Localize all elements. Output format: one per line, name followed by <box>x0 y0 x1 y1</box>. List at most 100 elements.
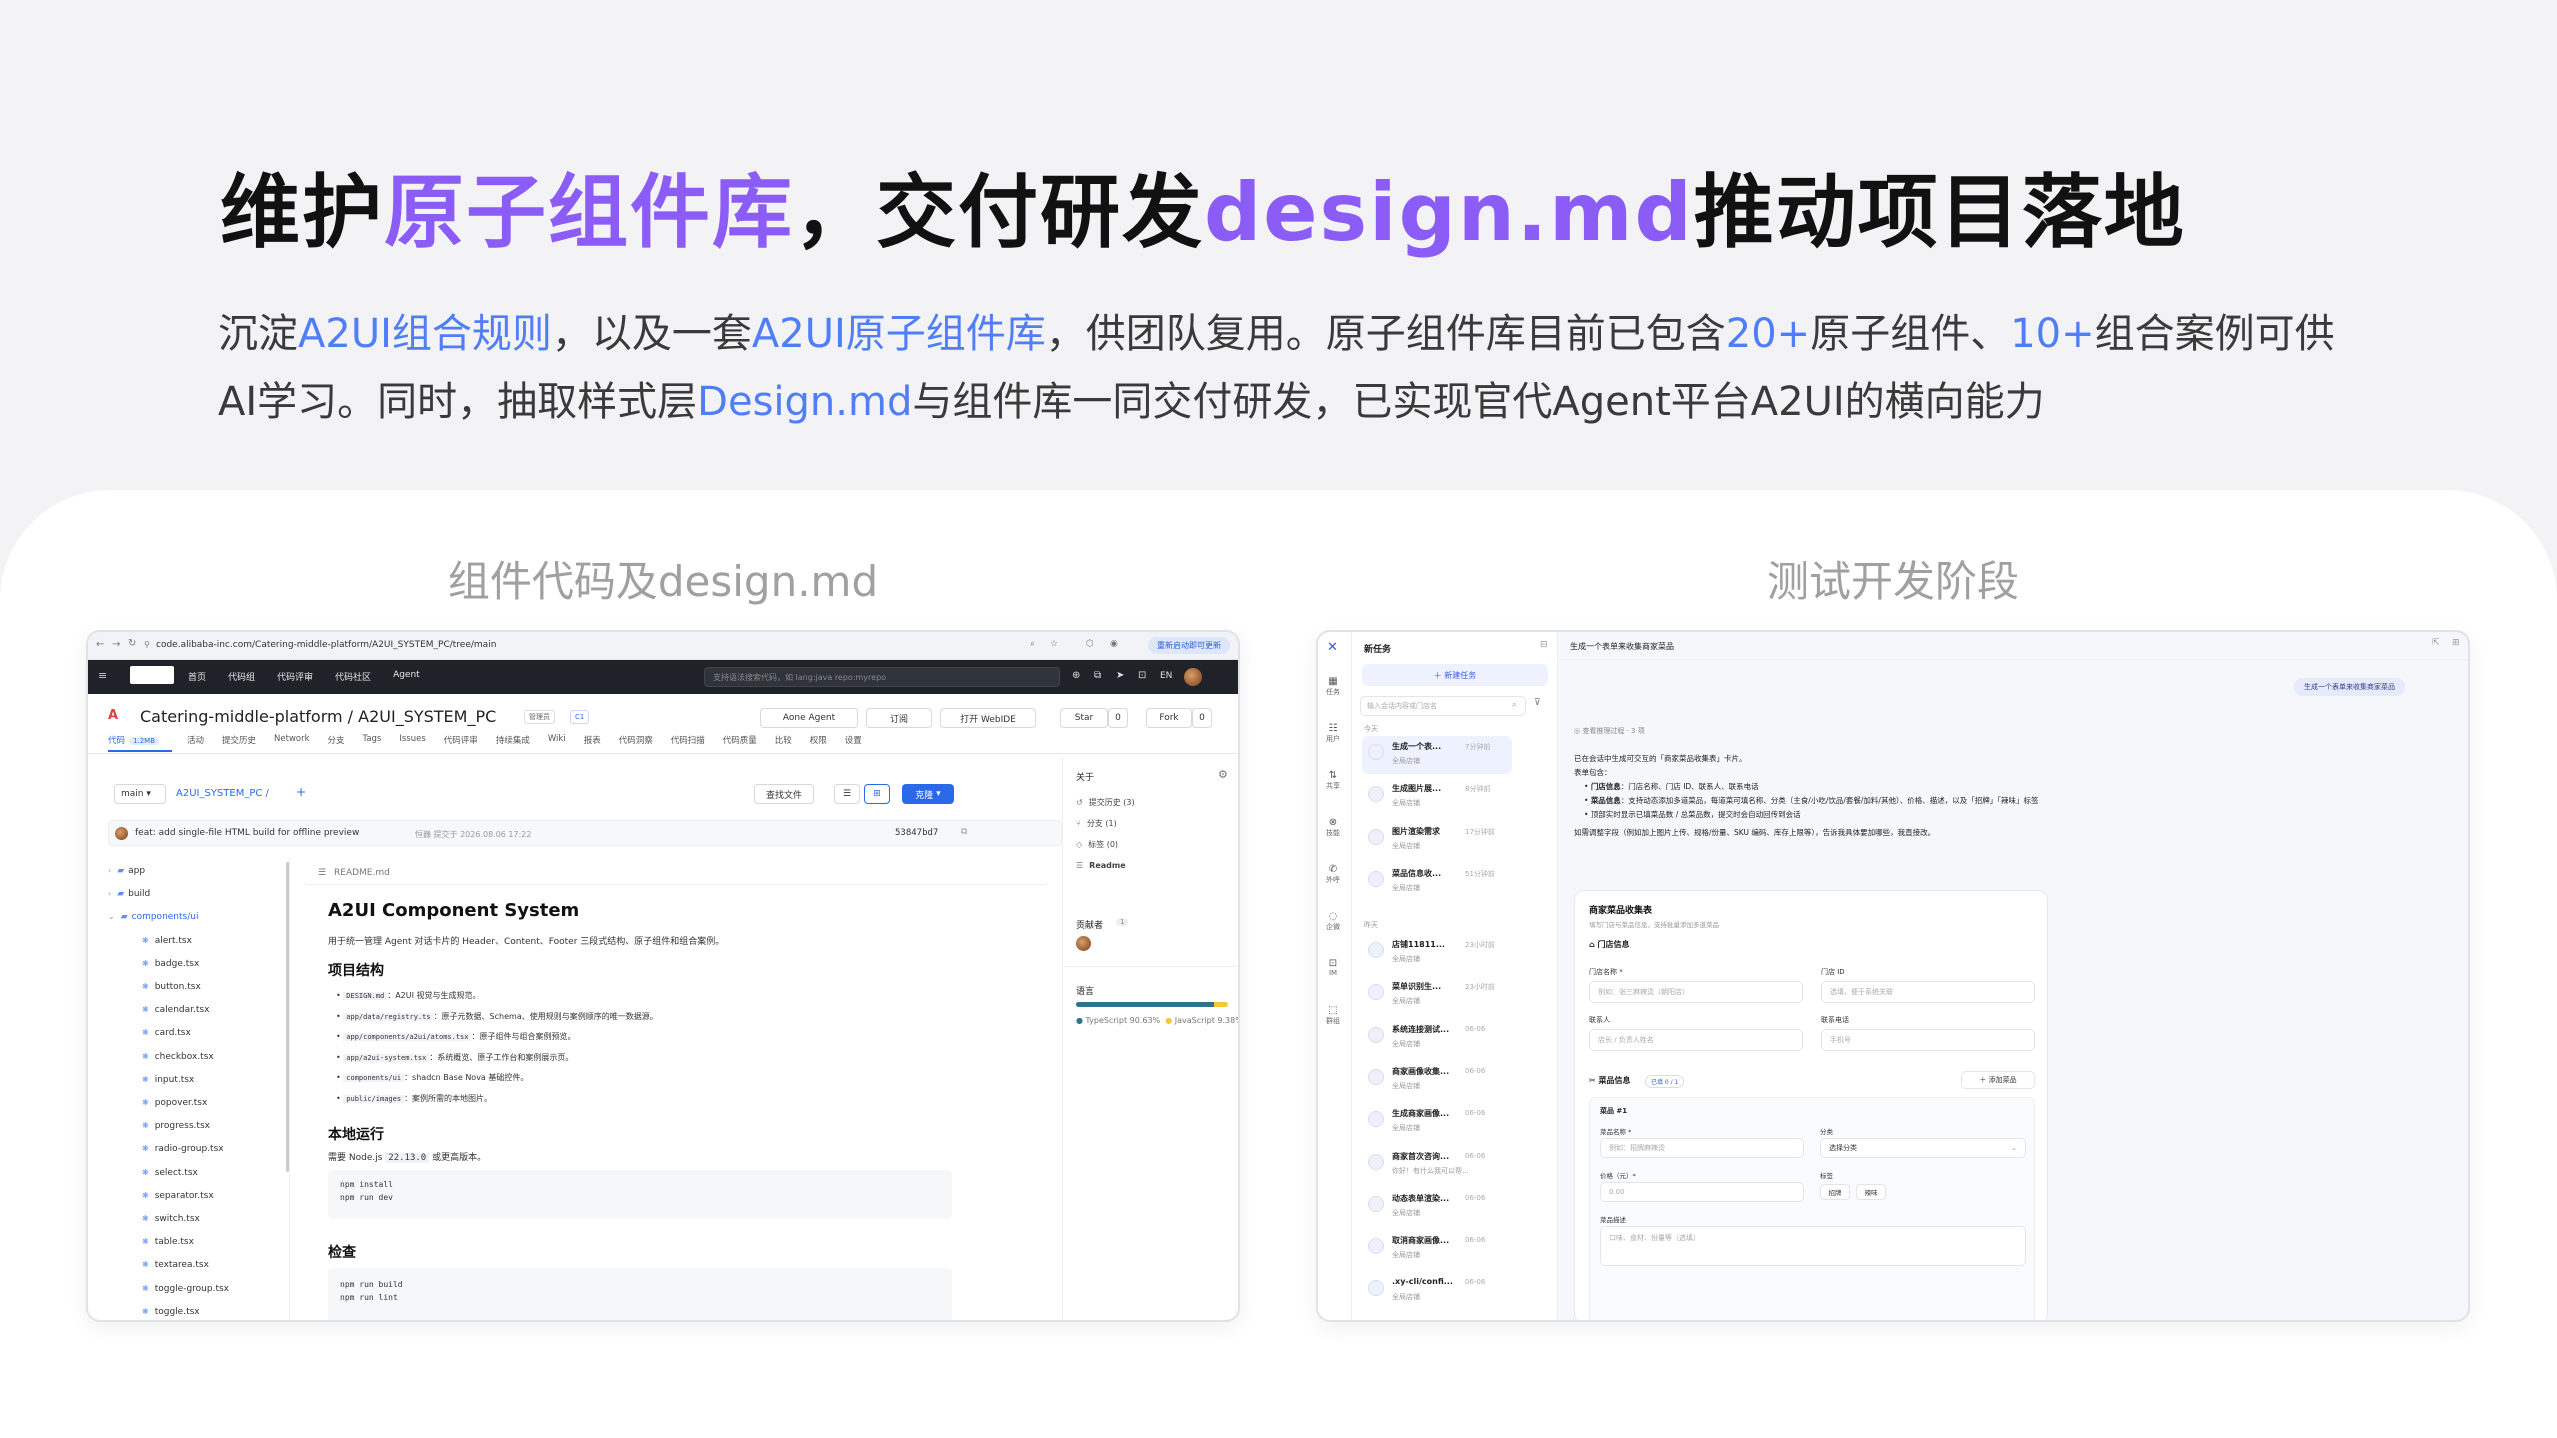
task-item[interactable]: 菜品信息收... 51分钟前 全局店铺 <box>1362 863 1512 901</box>
nav-link-1[interactable]: 代码组 <box>228 670 255 683</box>
profile-icon[interactable]: ◉ <box>1110 639 1118 649</box>
copy-icon[interactable]: ⧉ <box>961 827 967 837</box>
tab-12[interactable]: 代码扫描 <box>671 734 705 746</box>
commit-hash[interactable]: 53847bd7 <box>895 828 938 838</box>
about-row-1[interactable]: ⑂ 分支 (1) <box>1076 813 1135 834</box>
tree-file[interactable]: ❋ calendar.tsx <box>142 1005 209 1015</box>
tree-file[interactable]: ❋ badge.tsx <box>142 959 199 969</box>
find-file-button[interactable]: 查找文件 <box>754 784 814 804</box>
add-file-icon[interactable]: + <box>296 785 306 799</box>
rail-item-2[interactable]: ⇅ 共享 <box>1322 770 1344 791</box>
inbox-icon[interactable]: ⊡ <box>1138 670 1146 681</box>
tab-9[interactable]: Wiki <box>548 734 566 746</box>
about-row-2[interactable]: ◇ 标签 (0) <box>1076 834 1135 855</box>
zoom-icon[interactable]: ⌕ <box>1030 639 1035 649</box>
extension-icon[interactable]: ⬡ <box>1086 639 1094 649</box>
rail-item-6[interactable]: ⊡ IM <box>1322 958 1344 977</box>
task-item[interactable]: 菜单识别生... 23小时前 全局店铺 <box>1362 976 1512 1014</box>
subscribe-button[interactable]: 订阅 <box>866 708 932 728</box>
tab-1[interactable]: 活动 <box>187 734 204 746</box>
nav-link-3[interactable]: 代码社区 <box>335 670 371 683</box>
reload-icon[interactable]: ↻ <box>128 638 136 649</box>
bookmark-star-icon[interactable]: ☆ <box>1050 639 1058 649</box>
task-item[interactable]: 图片渲染需求 17分钟前 全局店铺 <box>1362 821 1512 859</box>
task-item[interactable]: 生成图片展... 8分钟前 全局店铺 <box>1362 778 1512 816</box>
tree-file[interactable]: ❋ progress.tsx <box>142 1121 210 1131</box>
nav-link-0[interactable]: 首页 <box>188 670 206 683</box>
tree-file[interactable]: ❋ textarea.tsx <box>142 1260 209 1270</box>
tree-file[interactable]: ❋ select.tsx <box>142 1168 198 1178</box>
rail-item-4[interactable]: ✆ 外呼 <box>1322 864 1344 885</box>
tree-folder[interactable]: ⌄ ▰ components/ui <box>108 912 198 922</box>
tree-view-icon[interactable]: ⊞ <box>864 784 890 804</box>
tab-7[interactable]: 代码评审 <box>444 734 478 746</box>
tree-file[interactable]: ❋ toggle.tsx <box>142 1307 200 1317</box>
tree-file[interactable]: ❋ checkbox.tsx <box>142 1052 214 1062</box>
share-icon[interactable]: ⇱ <box>2432 638 2440 648</box>
list-view-icon[interactable]: ☰ <box>834 784 860 804</box>
dish-name-input[interactable]: 例如：招牌麻辣烫 <box>1600 1138 1804 1158</box>
phone-input[interactable]: 手机号 <box>1821 1029 2035 1051</box>
nav-link-2[interactable]: 代码评审 <box>277 670 313 683</box>
update-button[interactable]: 重新启动即可更新 <box>1148 637 1230 654</box>
aone-agent-button[interactable]: Aone Agent <box>760 708 858 728</box>
notify-icon[interactable]: ➤ <box>1116 670 1124 681</box>
tab-16[interactable]: 设置 <box>845 734 862 746</box>
rail-item-1[interactable]: ☷ 用户 <box>1322 723 1344 744</box>
task-search-input[interactable]: 输入会话内容或门店名 <box>1360 696 1526 716</box>
commit-message[interactable]: feat: add single-file HTML build for off… <box>135 828 359 838</box>
tab-0[interactable]: 代码 1.2MB <box>108 734 159 746</box>
star-button[interactable]: Star <box>1060 708 1108 728</box>
task-item[interactable]: 商家首次咨询... 06-06 你好！有什么我可以帮... <box>1362 1146 1512 1184</box>
breadcrumb-path[interactable]: A2UI_SYSTEM_PC / <box>176 788 269 799</box>
back-icon[interactable]: ← <box>96 639 104 650</box>
webide-button[interactable]: 打开 WebIDE <box>940 708 1036 728</box>
contributor-avatar[interactable] <box>1076 936 1091 951</box>
tree-file[interactable]: ❋ radio-group.tsx <box>142 1144 224 1154</box>
address-bar[interactable]: code.alibaba-inc.com/Catering-middle-pla… <box>156 640 496 650</box>
tab-11[interactable]: 代码洞察 <box>619 734 653 746</box>
task-item[interactable]: 生成一个表... 7分钟前 全局店铺 <box>1362 736 1512 774</box>
tab-2[interactable]: 提交历史 <box>222 734 256 746</box>
task-item[interactable]: 系统连接测试... 06-06 全局店铺 <box>1362 1019 1512 1057</box>
tree-scrollbar[interactable] <box>286 862 289 1172</box>
task-item[interactable]: 商家画像收集... 06-06 全局店铺 <box>1362 1061 1512 1099</box>
desc-textarea[interactable]: 口味、食材、份量等（选填） <box>1600 1226 2026 1266</box>
category-select[interactable]: 选择分类 ⌄ <box>1820 1138 2026 1158</box>
tab-13[interactable]: 代码质量 <box>723 734 757 746</box>
tree-file[interactable]: ❋ button.tsx <box>142 982 201 992</box>
rail-item-5[interactable]: ◌ 企微 <box>1322 911 1344 932</box>
add-dish-button[interactable]: ＋ 添加菜品 <box>1961 1071 2035 1089</box>
branch-select[interactable]: main ▾ <box>114 784 166 804</box>
tag-spicy-toggle[interactable]: 辣味 <box>1856 1184 1886 1200</box>
about-row-3[interactable]: ☰ Readme <box>1076 855 1135 876</box>
tree-file[interactable]: ❋ table.tsx <box>142 1237 194 1247</box>
about-row-0[interactable]: ↺ 提交历史 (3) <box>1076 792 1135 813</box>
about-settings-icon[interactable]: ⚙ <box>1218 768 1228 781</box>
tree-file[interactable]: ❋ popover.tsx <box>142 1098 207 1108</box>
fork-button[interactable]: Fork <box>1146 708 1192 728</box>
nav-link-4[interactable]: Agent <box>393 670 420 683</box>
tree-folder[interactable]: › ▰ build <box>108 889 150 899</box>
rail-item-0[interactable]: ▦ 任务 <box>1322 676 1344 697</box>
tag-signature-toggle[interactable]: 招牌 <box>1820 1184 1850 1200</box>
contact-input[interactable]: 店长 / 负责人姓名 <box>1589 1029 1803 1051</box>
tab-4[interactable]: 分支 <box>328 734 345 746</box>
panel-icon[interactable]: ⊞ <box>2452 638 2460 648</box>
review-icon[interactable]: ⧉ <box>1094 670 1101 681</box>
tab-10[interactable]: 报表 <box>584 734 601 746</box>
tree-file[interactable]: ❋ card.tsx <box>142 1028 191 1038</box>
task-item[interactable]: .xy-cli/confi... 06-06 全局店铺 <box>1362 1272 1512 1310</box>
repo-name[interactable]: Catering-middle-platform / A2UI_SYSTEM_P… <box>140 707 496 726</box>
task-item[interactable]: 取消商家画像... 06-06 全局店铺 <box>1362 1230 1512 1268</box>
filter-icon[interactable]: ⊽ <box>1534 698 1541 708</box>
tab-15[interactable]: 权限 <box>810 734 827 746</box>
tab-14[interactable]: 比较 <box>775 734 792 746</box>
collapse-sidebar-icon[interactable]: ⊟ <box>1540 640 1548 650</box>
tree-folder[interactable]: › ▰ app <box>108 866 145 876</box>
tab-3[interactable]: Network <box>274 734 310 746</box>
store-name-input[interactable]: 例如：张三麻辣烫（朝阳店） <box>1589 981 1803 1003</box>
price-input[interactable]: 0.00 <box>1600 1182 1804 1202</box>
task-item[interactable]: 动态表单渲染... 06-06 全局店铺 <box>1362 1188 1512 1226</box>
task-item[interactable]: 生成商家画像... 06-06 全局店铺 <box>1362 1103 1512 1141</box>
